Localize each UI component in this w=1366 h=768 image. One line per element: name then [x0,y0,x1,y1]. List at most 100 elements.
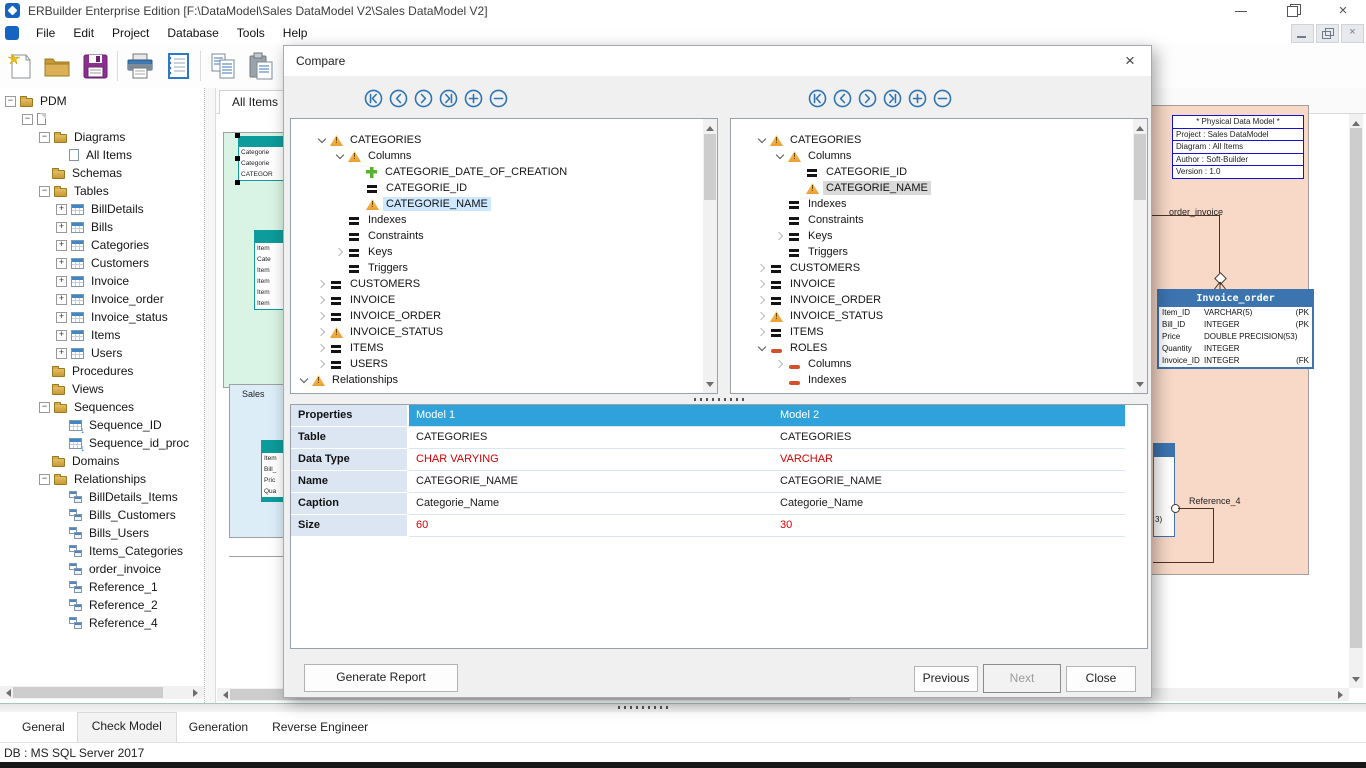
canvas-v-scrollbar[interactable] [1349,114,1363,688]
tree-item[interactable]: Indexes [292,212,702,228]
tree-item[interactable]: Views [0,380,204,398]
nav-previous-button[interactable] [833,89,852,108]
tree-item[interactable]: Triggers [292,260,702,276]
tree-item[interactable]: order_invoice [0,560,204,578]
nav-expand-button[interactable] [464,89,483,108]
tree-item[interactable]: CATEGORIE_NAME [292,196,702,212]
tree-item[interactable]: INVOICE [292,292,702,308]
expander-icon[interactable] [314,325,329,340]
tab-reverse-engineer[interactable]: Reverse Engineer [260,714,380,740]
tab-general[interactable]: General [10,714,77,740]
menu-file[interactable]: File [27,23,64,43]
expander-icon[interactable]: − [5,96,16,107]
expander-icon[interactable] [754,325,769,340]
splitter-grip[interactable] [694,398,744,401]
expander-icon[interactable]: + [56,276,67,287]
expander-icon[interactable]: + [56,204,67,215]
scroll-up-icon[interactable] [1349,114,1363,128]
tree-item[interactable]: Triggers [732,244,1132,260]
expander-icon[interactable] [314,133,329,148]
tree-item[interactable]: Procedures [0,362,204,380]
tree-item[interactable]: Columns [732,356,1132,372]
tree-item[interactable]: INVOICE_ORDER [732,292,1132,308]
expander-icon[interactable]: + [56,240,67,251]
tree-item[interactable]: +Items [0,326,204,344]
tree-item[interactable]: Reference_1 [0,578,204,596]
expander-icon[interactable]: − [22,114,33,125]
mdi-restore-icon[interactable] [1316,24,1339,43]
expander-icon[interactable]: − [39,132,50,143]
scroll-left-icon[interactable] [0,686,13,699]
scroll-up-icon[interactable] [1133,119,1147,133]
paste-icon[interactable] [242,48,280,84]
entity-invoice-order[interactable]: Invoice_order Item_IDVARCHAR(5)(PKBill_I… [1158,290,1313,368]
tree-item[interactable]: Items_Categories [0,542,204,560]
menu-edit[interactable]: Edit [64,23,103,43]
previous-button[interactable]: Previous [914,666,978,692]
expander-icon[interactable]: − [39,474,50,485]
tree-item[interactable]: +Invoice_order [0,290,204,308]
tree-v-scrollbar[interactable] [703,119,717,393]
selection-handle[interactable] [235,180,240,185]
tab-check-model[interactable]: Check Model [77,712,177,742]
tree-item[interactable]: CATEGORIE_ID [292,180,702,196]
tree-item[interactable]: USERS [292,356,702,372]
tree-item[interactable]: INVOICE_STATUS [732,308,1132,324]
tree-item[interactable]: CATEGORIE_NAME [732,180,1132,196]
scrollbar-thumb[interactable] [704,134,716,200]
tree-item[interactable]: Domains [0,452,204,470]
expander-icon[interactable] [332,149,347,164]
expander-icon[interactable]: − [39,186,50,197]
save-icon[interactable] [76,48,114,84]
tree-item[interactable]: Bills_Users [0,524,204,542]
tree-item[interactable]: +Bills [0,218,204,236]
tree-item[interactable]: +Categories [0,236,204,254]
tree-item[interactable]: CATEGORIE_ID [732,164,1132,180]
tree-item[interactable]: −Relationships [0,470,204,488]
expander-icon[interactable] [754,133,769,148]
scrollbar-thumb[interactable] [1134,134,1146,200]
tab-generation[interactable]: Generation [177,714,260,740]
tree-item[interactable]: Constraints [292,228,702,244]
next-button[interactable]: Next [983,664,1061,693]
tree-item[interactable]: Keys [292,244,702,260]
tree-item[interactable]: +Customers [0,254,204,272]
tab-all-items[interactable]: All Items [219,90,291,114]
expander-icon[interactable] [772,149,787,164]
tree-item[interactable]: CATEGORIES [292,132,702,148]
tree-item[interactable]: Keys [732,228,1132,244]
expander-icon[interactable] [754,293,769,308]
mdi-close-icon[interactable]: × [1341,24,1364,43]
tree-item[interactable]: ROLES [732,340,1132,356]
tree-item[interactable]: Relationships [292,372,702,388]
nav-collapse-button[interactable] [489,89,508,108]
restore-icon[interactable] [1278,2,1308,20]
tree-item[interactable]: −Diagrams [0,128,204,146]
close-icon[interactable]: × [1328,2,1358,20]
expander-icon[interactable]: + [56,348,67,359]
tree-item[interactable]: BillDetails_Items [0,488,204,506]
scroll-up-icon[interactable] [703,119,717,133]
scroll-right-icon[interactable] [191,686,204,699]
expander-icon[interactable] [754,261,769,276]
tree-item[interactable]: Columns [292,148,702,164]
nav-collapse-button[interactable] [933,89,952,108]
tree-item[interactable]: CUSTOMERS [292,276,702,292]
tree-item[interactable]: INVOICE [732,276,1132,292]
tree-item[interactable]: +BillDetails [0,200,204,218]
menu-tools[interactable]: Tools [228,23,274,43]
dialog-close-icon[interactable]: × [1119,51,1141,71]
menu-database[interactable]: Database [158,23,227,43]
scroll-down-icon[interactable] [1349,674,1363,688]
generate-report-button[interactable]: Generate Report [304,664,458,692]
tree-item[interactable]: CUSTOMERS [732,260,1132,276]
tree-item[interactable]: All Items [0,146,204,164]
splitter-grip[interactable] [618,706,668,709]
sidebar-h-scrollbar[interactable] [0,686,204,699]
scrollbar-thumb[interactable] [1350,128,1362,648]
tree-item[interactable]: CATEGORIE_DATE_OF_CREATION [292,164,702,180]
tree-item[interactable]: −Sequences [0,398,204,416]
print-icon[interactable] [121,48,159,84]
tree-item[interactable]: Schemas [0,164,204,182]
nav-next-button[interactable] [414,89,433,108]
